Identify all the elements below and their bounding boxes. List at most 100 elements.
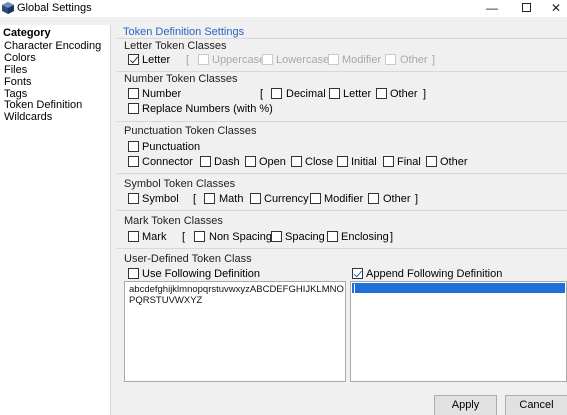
final-checkbox[interactable] [383, 156, 394, 167]
spacing-label: Spacing [285, 231, 325, 243]
symbol-label: Symbol [142, 193, 179, 205]
initial-checkbox[interactable] [337, 156, 348, 167]
spacing-checkbox[interactable] [271, 231, 282, 242]
close-button[interactable]: ✕ [541, 0, 567, 17]
punctuation-section-title: Punctuation Token Classes [124, 125, 257, 137]
enclosing-label: Enclosing [341, 231, 389, 243]
symbol-checkbox[interactable] [128, 193, 139, 204]
title-bar: Global Settings — ✕ [0, 0, 567, 17]
number-other-label: Other [390, 88, 418, 100]
close-label: Close [305, 156, 334, 168]
sidebar-item-token-definition[interactable]: Token Definition [4, 99, 82, 111]
decimal-checkbox[interactable] [271, 88, 282, 99]
definition-textarea[interactable]: abcdefghijklmnopqrstuvwxyzABCDEFGHIJKLMN… [124, 281, 346, 382]
initial-label: Initial [351, 156, 377, 168]
enclosing-checkbox[interactable] [327, 231, 338, 242]
category-sidebar: Category Character Encoding Colors Files… [0, 25, 111, 415]
append-textarea[interactable] [350, 281, 567, 382]
letter-close-bracket: ] [432, 54, 436, 66]
sidebar-item-files[interactable]: Files [4, 64, 27, 76]
punctuation-checkbox[interactable] [128, 141, 139, 152]
number-close-bracket: ] [423, 88, 427, 100]
sidebar-item-wildcards[interactable]: Wildcards [4, 111, 52, 123]
number-other-checkbox[interactable] [376, 88, 387, 99]
symbol-modifier-label: Modifier [324, 193, 364, 205]
math-label: Math [219, 193, 244, 205]
letter-other-checkbox[interactable] [385, 54, 396, 65]
append-following-checkbox[interactable] [352, 268, 363, 279]
letter-other-label: Other [400, 54, 428, 66]
symbol-section-title: Symbol Token Classes [124, 178, 236, 190]
final-label: Final [397, 156, 421, 168]
connector-label: Connector [142, 156, 193, 168]
apply-button[interactable]: Apply [434, 395, 497, 415]
close-icon: ✕ [550, 1, 562, 15]
app-icon [2, 2, 14, 14]
mark-section-title: Mark Token Classes [124, 215, 223, 227]
number-checkbox[interactable] [128, 88, 139, 99]
use-following-label: Use Following Definition [142, 268, 260, 280]
math-checkbox[interactable] [204, 193, 215, 204]
number-section-title: Number Token Classes [124, 73, 238, 85]
dash-checkbox[interactable] [200, 156, 211, 167]
symbol-other-label: Other [383, 193, 411, 205]
close-checkbox[interactable] [291, 156, 302, 167]
window-title: Global Settings [17, 2, 92, 14]
text-caret [354, 284, 355, 293]
punctuation-other-checkbox[interactable] [426, 156, 437, 167]
minimize-button[interactable]: — [477, 0, 507, 17]
currency-checkbox[interactable] [250, 193, 261, 204]
maximize-icon [521, 3, 531, 13]
uppercase-label: Uppercase [212, 54, 266, 66]
open-checkbox[interactable] [245, 156, 256, 167]
symbol-open-bracket: [ [193, 193, 197, 205]
lowercase-label: Lowercase [276, 54, 330, 66]
symbol-modifier-checkbox[interactable] [310, 193, 321, 204]
user-section-title: User-Defined Token Class [124, 253, 252, 265]
number-label: Number [142, 88, 182, 100]
replace-numbers-checkbox[interactable] [128, 103, 139, 114]
sidebar-item-character-encoding[interactable]: Character Encoding [4, 40, 101, 52]
non-spacing-label: Non Spacing [209, 231, 272, 243]
category-title: Category [3, 27, 51, 39]
dash-label: Dash [214, 156, 240, 168]
letter-checkbox[interactable] [128, 54, 139, 65]
mark-close-bracket: ] [390, 231, 394, 243]
use-following-checkbox[interactable] [128, 268, 139, 279]
non-spacing-checkbox[interactable] [194, 231, 205, 242]
user-section-divider [117, 248, 567, 249]
symbol-close-bracket: ] [415, 193, 419, 205]
letter-open-bracket: [ [186, 54, 190, 66]
mark-section-divider [117, 210, 567, 211]
symbol-other-checkbox[interactable] [368, 193, 379, 204]
connector-checkbox[interactable] [128, 156, 139, 167]
punctuation-label: Punctuation [142, 141, 201, 153]
decimal-label: Decimal [286, 88, 326, 100]
number-open-bracket: [ [260, 88, 264, 100]
maximize-button[interactable] [511, 0, 541, 17]
mark-open-bracket: [ [182, 231, 186, 243]
lowercase-checkbox[interactable] [262, 54, 273, 65]
page-title: Token Definition Settings [123, 26, 245, 38]
letter-modifier-checkbox[interactable] [328, 54, 339, 65]
append-selection [352, 283, 565, 293]
replace-numbers-label: Replace Numbers (with %) [142, 103, 273, 115]
letter-modifier-label: Modifier [342, 54, 382, 66]
letter-label: Letter [142, 54, 171, 66]
sidebar-item-fonts[interactable]: Fonts [4, 76, 32, 88]
letter-section-divider [117, 38, 567, 39]
sidebar-item-colors[interactable]: Colors [4, 52, 36, 64]
punctuation-section-divider [117, 121, 567, 122]
punctuation-other-label: Other [440, 156, 468, 168]
symbol-section-divider [117, 173, 567, 174]
minimize-icon: — [486, 1, 498, 15]
definition-text: abcdefghijklmnopqrstuvwxyzABCDEFGHIJKLMN… [129, 284, 344, 306]
mark-label: Mark [142, 231, 167, 243]
uppercase-checkbox[interactable] [198, 54, 209, 65]
mark-checkbox[interactable] [128, 231, 139, 242]
cancel-button[interactable]: Cancel [505, 395, 567, 415]
append-following-label: Append Following Definition [366, 268, 503, 280]
number-letter-checkbox[interactable] [329, 88, 340, 99]
number-section-divider [117, 71, 567, 72]
currency-label: Currency [264, 193, 309, 205]
